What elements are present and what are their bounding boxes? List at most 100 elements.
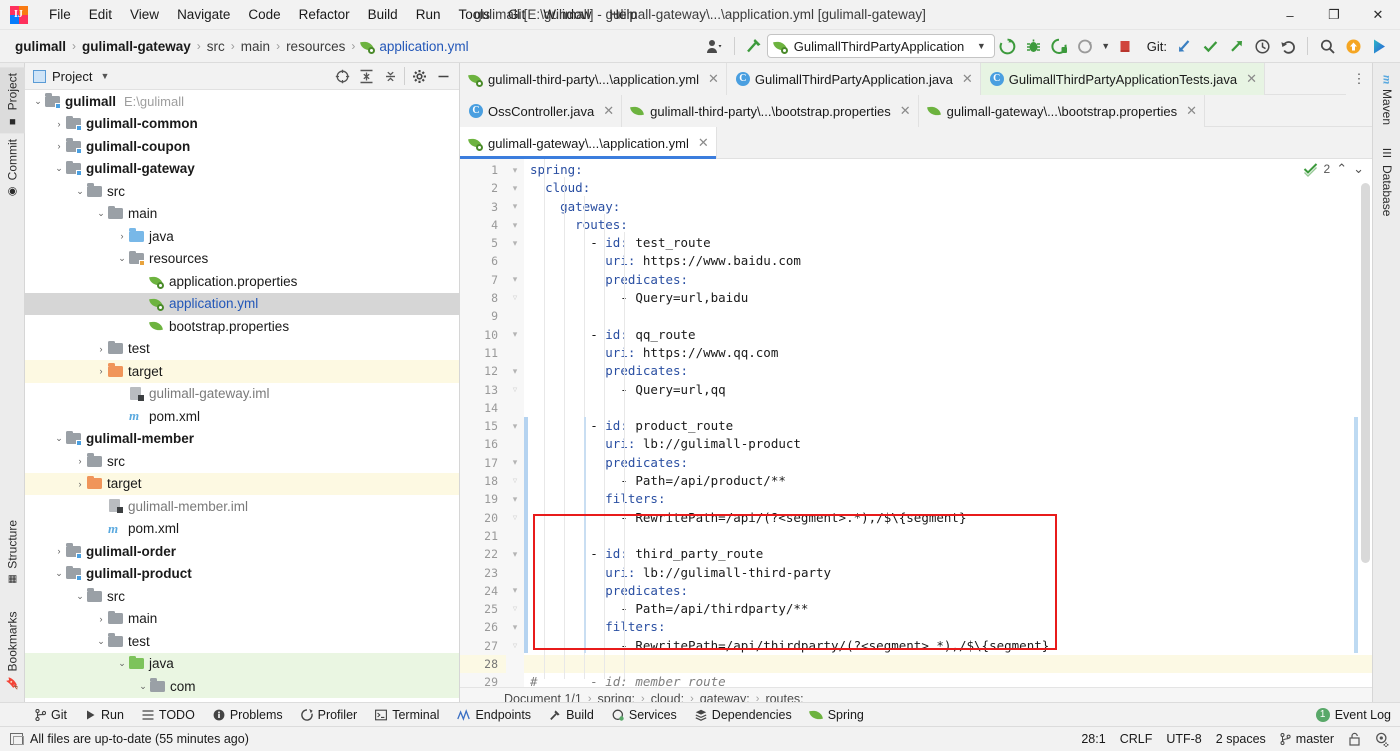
code-line[interactable]: - RewritePath=/api/(?<segment>.*),/$\{se… bbox=[524, 509, 1372, 527]
ide-settings-icon[interactable] bbox=[1375, 732, 1390, 747]
scroll-from-source-icon[interactable] bbox=[330, 65, 354, 87]
tool-window-endpoints[interactable]: Endpoints bbox=[448, 706, 540, 724]
chevron-down-icon[interactable]: ⌄ bbox=[52, 568, 66, 579]
run-button[interactable] bbox=[995, 34, 1021, 58]
git-history-icon[interactable] bbox=[1249, 34, 1275, 58]
tree-node-main[interactable]: ›main bbox=[25, 608, 459, 631]
code-line[interactable] bbox=[524, 527, 1372, 545]
chevron-down-icon[interactable]: ⌄ bbox=[52, 163, 66, 174]
next-problem-icon[interactable]: ⌄ bbox=[1353, 161, 1364, 177]
tab-gateway-application-yml[interactable]: gulimall-gateway\...\application.yml ✕ bbox=[460, 127, 717, 159]
minimize-button[interactable]: – bbox=[1268, 0, 1312, 30]
tool-window-git[interactable]: Git bbox=[26, 706, 76, 724]
menu-item-navigate[interactable]: Navigate bbox=[168, 3, 239, 26]
fold-expanded-icon[interactable]: ▾ bbox=[506, 198, 524, 216]
fold-end-icon[interactable]: ▵ bbox=[506, 600, 524, 618]
chevron-down-icon[interactable]: ⌄ bbox=[73, 591, 87, 602]
fold-end-icon[interactable]: ▵ bbox=[506, 289, 524, 307]
code-line[interactable]: - Path=/api/product/** bbox=[524, 472, 1372, 490]
chevron-down-icon[interactable]: ⌄ bbox=[115, 658, 129, 669]
chevron-right-icon[interactable]: › bbox=[94, 614, 108, 624]
menu-item-build[interactable]: Build bbox=[359, 3, 407, 26]
tree-node-gulimall-gateway-iml[interactable]: gulimall-gateway.iml bbox=[25, 383, 459, 406]
breadcrumb-gulimall-gateway[interactable]: gulimall-gateway bbox=[77, 37, 196, 56]
code-editor[interactable]: 1234567891011121314151617181920212223242… bbox=[460, 159, 1372, 687]
debug-button[interactable] bbox=[1021, 34, 1047, 58]
user-account-icon[interactable] bbox=[702, 34, 728, 58]
close-icon[interactable]: ✕ bbox=[698, 135, 709, 151]
fold-expanded-icon[interactable]: ▾ bbox=[506, 326, 524, 344]
fold-expanded-icon[interactable]: ▾ bbox=[506, 545, 524, 563]
fold-expanded-icon[interactable]: ▾ bbox=[506, 490, 524, 508]
chevron-down-icon[interactable]: ⌄ bbox=[52, 433, 66, 444]
close-icon[interactable]: ✕ bbox=[708, 71, 719, 87]
code-folding-column[interactable]: ▾▾▾▾▾▾▵▾▾▵▾▾▵▾▵▾▾▵▾▵ bbox=[506, 159, 524, 687]
editor-tab-row-3[interactable]: gulimall-gateway\...\application.yml ✕ bbox=[460, 127, 1372, 159]
sidebar-item-structure[interactable]: ▦ Structure bbox=[0, 514, 25, 591]
tree-node-gulimall-gateway[interactable]: ⌄gulimall-gateway bbox=[25, 158, 459, 181]
tab-gulimall-third-party-application-yml[interactable]: gulimall-third-party\...\application.yml… bbox=[460, 63, 727, 95]
tree-node-application-yml[interactable]: application.yml bbox=[25, 293, 459, 316]
chevron-right-icon[interactable]: › bbox=[73, 479, 87, 489]
menu-item-window[interactable]: Window bbox=[534, 3, 600, 26]
inspection-widget[interactable]: 2 ⌃ ⌄ bbox=[1303, 161, 1365, 177]
close-icon[interactable]: ✕ bbox=[1246, 71, 1257, 87]
code-line[interactable]: uri: https://www.qq.com bbox=[524, 344, 1372, 362]
code-content[interactable]: spring: cloud: gateway: routes: - id: te… bbox=[524, 159, 1372, 687]
fold-expanded-icon[interactable]: ▾ bbox=[506, 454, 524, 472]
fold-expanded-icon[interactable]: ▾ bbox=[506, 582, 524, 600]
tool-window-profiler[interactable]: Profiler bbox=[292, 706, 367, 724]
chevron-right-icon[interactable]: › bbox=[94, 344, 108, 354]
editor-tab-row-1[interactable]: gulimall-third-party\...\application.yml… bbox=[460, 63, 1372, 95]
tab-gulimall-third-party-application-java[interactable]: C GulimallThirdPartyApplication.java ✕ bbox=[727, 63, 981, 95]
chevron-right-icon[interactable]: › bbox=[52, 119, 66, 129]
git-commit-icon[interactable] bbox=[1197, 34, 1223, 58]
close-icon[interactable]: ✕ bbox=[962, 71, 973, 87]
menu-item-git[interactable]: Git bbox=[499, 3, 534, 26]
code-line[interactable]: - RewritePath=/api/thirdparty/(?<segment… bbox=[524, 637, 1372, 655]
fold-expanded-icon[interactable]: ▾ bbox=[506, 417, 524, 435]
profile-dropdown-icon[interactable]: ▼ bbox=[1099, 34, 1113, 58]
fold-end-icon[interactable]: ▵ bbox=[506, 509, 524, 527]
tree-node-pom-xml[interactable]: mpom.xml bbox=[25, 405, 459, 428]
breadcrumb-resources[interactable]: resources bbox=[281, 37, 350, 56]
build-hammer-icon[interactable] bbox=[741, 34, 767, 58]
code-line[interactable]: predicates: bbox=[524, 582, 1372, 600]
close-icon[interactable]: ✕ bbox=[900, 103, 911, 119]
event-log-button[interactable]: 1 Event Log bbox=[1307, 706, 1400, 724]
breadcrumb[interactable]: gulimall › gulimall-gateway › src › main… bbox=[10, 37, 474, 56]
code-line[interactable]: uri: https://www.baidu.com bbox=[524, 252, 1372, 270]
tree-node-gulimall[interactable]: ⌄gulimallE:\gulimall bbox=[25, 90, 459, 113]
lock-icon[interactable] bbox=[1348, 732, 1361, 746]
git-rollback-icon[interactable] bbox=[1275, 34, 1301, 58]
tab-gateway-bootstrap-properties[interactable]: gulimall-gateway\...\bootstrap.propertie… bbox=[919, 95, 1205, 127]
code-line[interactable]: uri: lb://gulimall-third-party bbox=[524, 564, 1372, 582]
tab-gulimall-third-party-application-tests-java[interactable]: C GulimallThirdPartyApplicationTests.jav… bbox=[981, 63, 1265, 95]
menu-item-refactor[interactable]: Refactor bbox=[290, 3, 359, 26]
fold-expanded-icon[interactable]: ▾ bbox=[506, 161, 524, 179]
chevron-down-icon[interactable]: ⌄ bbox=[115, 253, 129, 264]
sidebar-item-maven[interactable]: m Maven bbox=[1373, 69, 1400, 131]
tree-node-gulimall-order[interactable]: ›gulimall-order bbox=[25, 540, 459, 563]
previous-problem-icon[interactable]: ⌃ bbox=[1336, 161, 1347, 177]
stop-button[interactable] bbox=[1113, 34, 1139, 58]
ide-assistant-icon[interactable] bbox=[1366, 34, 1392, 58]
expand-all-icon[interactable] bbox=[354, 65, 378, 87]
editor-vertical-scrollbar[interactable] bbox=[1361, 183, 1370, 563]
tree-node-gulimall-member[interactable]: ⌄gulimall-member bbox=[25, 428, 459, 451]
fold-expanded-icon[interactable]: ▾ bbox=[506, 362, 524, 380]
code-line[interactable]: - Query=url,qq bbox=[524, 381, 1372, 399]
chevron-down-icon[interactable]: ▼ bbox=[100, 71, 109, 81]
sidebar-item-database[interactable]: ☰ Database bbox=[1373, 141, 1400, 222]
tree-node-test[interactable]: ⌄test bbox=[25, 630, 459, 653]
code-line[interactable]: - id: qq_route bbox=[524, 326, 1372, 344]
breadcrumb-main[interactable]: main bbox=[236, 37, 275, 56]
tree-node-application-properties[interactable]: application.properties bbox=[25, 270, 459, 293]
tree-node-src[interactable]: ⌄src bbox=[25, 585, 459, 608]
hide-panel-icon[interactable] bbox=[431, 65, 455, 87]
tab-overflow-icon[interactable]: ⋮ bbox=[1346, 63, 1372, 95]
sidebar-item-project[interactable]: ■ Project bbox=[0, 67, 25, 133]
tree-node-gulimall-member-iml[interactable]: gulimall-member.iml bbox=[25, 495, 459, 518]
fold-expanded-icon[interactable]: ▾ bbox=[506, 216, 524, 234]
fold-end-icon[interactable]: ▵ bbox=[506, 637, 524, 655]
